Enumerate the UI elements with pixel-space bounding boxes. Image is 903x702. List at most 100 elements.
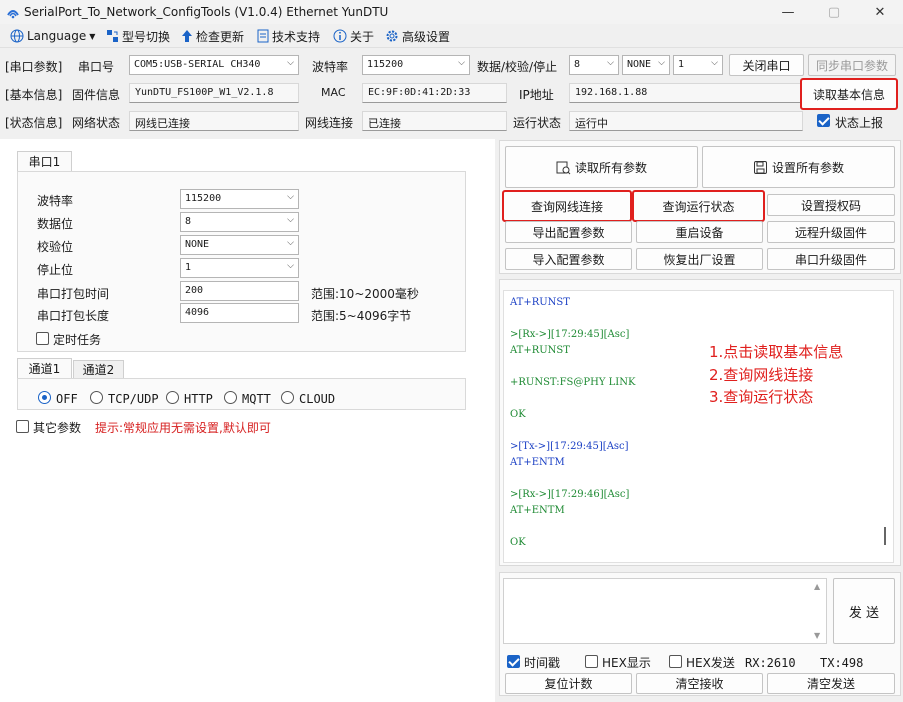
chevron-down-icon: ⌵ bbox=[287, 261, 294, 271]
model-switch-label: 型号切换 bbox=[122, 29, 171, 44]
data-bits-select[interactable]: 8 ⌵ bbox=[569, 55, 619, 75]
radio-tcp-udp[interactable] bbox=[90, 391, 103, 404]
log-line: OK bbox=[510, 537, 526, 548]
log-line: OK bbox=[510, 409, 526, 420]
panel-baud-select[interactable]: 115200 ⌵ bbox=[180, 189, 299, 209]
dps-label: 数据/校验/停止 bbox=[477, 60, 558, 74]
remote-upgrade-button[interactable]: 远程升级固件 bbox=[767, 221, 895, 243]
firmware-field: YunDTU_FS100P_W1_V2.1.8 bbox=[129, 83, 299, 103]
set-all-params-button[interactable]: 设置所有参数 bbox=[702, 146, 895, 188]
panel-data-select[interactable]: 8 ⌵ bbox=[180, 212, 299, 232]
status-info-group-label: [状态信息] bbox=[5, 116, 63, 130]
timer-task-checkbox[interactable] bbox=[36, 332, 49, 345]
tab-serial1[interactable]: 串口1 bbox=[17, 151, 72, 171]
tech-support-menu[interactable]: 技术支持 bbox=[257, 27, 320, 45]
about-menu[interactable]: 关于 bbox=[333, 27, 374, 45]
send-input[interactable] bbox=[503, 578, 827, 644]
advanced-settings-label: 高级设置 bbox=[402, 29, 451, 44]
send-button[interactable]: 发 送 bbox=[833, 578, 895, 644]
set-auth-code-button[interactable]: 设置授权码 bbox=[767, 194, 895, 216]
document-icon bbox=[257, 29, 269, 43]
other-params-checkbox[interactable] bbox=[16, 420, 29, 433]
read-basic-info-button[interactable]: 读取基本信息 bbox=[800, 78, 898, 110]
annotation-step1: 1.点击读取基本信息 bbox=[709, 343, 844, 361]
check-update-menu[interactable]: 检查更新 bbox=[181, 27, 244, 45]
timestamp-label: 时间戳 bbox=[524, 656, 561, 670]
stop-bits-value: 1 bbox=[678, 59, 685, 70]
serial-upgrade-button[interactable]: 串口升级固件 bbox=[767, 248, 895, 270]
status-report-checkbox[interactable] bbox=[817, 114, 830, 127]
read-document-icon bbox=[556, 161, 571, 174]
pack-time-label: 串口打包时间 bbox=[37, 287, 110, 301]
basic-info-group-label: [基本信息] bbox=[5, 88, 63, 102]
mac-label: MAC bbox=[321, 86, 346, 99]
chevron-down-icon: ⌵ bbox=[711, 58, 718, 68]
model-switch-menu[interactable]: 型号切换 bbox=[106, 27, 170, 45]
export-config-button[interactable]: 导出配置参数 bbox=[505, 221, 632, 243]
clear-send-button[interactable]: 清空发送 bbox=[767, 673, 895, 694]
globe-icon bbox=[10, 29, 24, 43]
scroll-down-icon[interactable]: ▼ bbox=[814, 631, 820, 640]
chevron-down-icon: ⌵ bbox=[287, 58, 294, 68]
annotation-step2: 2.查询网线连接 bbox=[709, 366, 814, 384]
sync-serial-params-button[interactable]: 同步串口参数 bbox=[808, 54, 896, 76]
stop-bits-select[interactable]: 1 ⌵ bbox=[673, 55, 723, 75]
query-net-connection-button[interactable]: 查询网线连接 bbox=[502, 190, 632, 222]
pack-len-range: 范围:5~4096字节 bbox=[311, 309, 412, 323]
data-bits-value: 8 bbox=[574, 59, 581, 70]
hex-send-checkbox[interactable] bbox=[669, 655, 682, 668]
clear-receive-button[interactable]: 清空接收 bbox=[636, 673, 763, 694]
parity-value: NONE bbox=[627, 59, 652, 70]
panel-stop-select[interactable]: 1 ⌵ bbox=[180, 258, 299, 278]
close-port-button[interactable]: 关闭串口 bbox=[729, 54, 804, 76]
parity-select[interactable]: NONE ⌵ bbox=[622, 55, 670, 75]
query-run-status-button[interactable]: 查询运行状态 bbox=[632, 190, 765, 222]
radio-cloud[interactable] bbox=[281, 391, 294, 404]
about-label: 关于 bbox=[350, 29, 375, 44]
language-label: Language bbox=[27, 29, 87, 43]
close-button[interactable]: ✕ bbox=[857, 0, 903, 24]
timestamp-checkbox[interactable] bbox=[507, 655, 520, 668]
caret-down-icon: ▼ bbox=[89, 31, 96, 41]
hex-display-checkbox[interactable] bbox=[585, 655, 598, 668]
rx-counter: RX:2610 bbox=[745, 656, 796, 670]
import-config-button[interactable]: 导入配置参数 bbox=[505, 248, 632, 270]
chevron-down-icon: ⌵ bbox=[287, 215, 294, 225]
tech-support-label: 技术支持 bbox=[272, 29, 321, 44]
pack-len-label: 串口打包长度 bbox=[37, 309, 110, 323]
log-output[interactable]: AT+RUNST >[Rx->][17:29:45][Asc] AT+RUNST… bbox=[503, 290, 894, 563]
language-menu[interactable]: Language ▼ bbox=[10, 27, 95, 45]
mac-field: EC:9F:0D:41:2D:33 bbox=[362, 83, 507, 103]
pack-time-input[interactable]: 200 bbox=[180, 281, 299, 301]
minimize-button[interactable]: — bbox=[765, 0, 811, 24]
radio-off[interactable] bbox=[38, 391, 51, 404]
tab-channel2[interactable]: 通道2 bbox=[73, 360, 124, 378]
panel-parity-select[interactable]: NONE ⌵ bbox=[180, 235, 299, 255]
scroll-up-icon[interactable]: ▲ bbox=[814, 582, 820, 591]
baud-select[interactable]: 115200 ⌵ bbox=[362, 55, 470, 75]
serial-params-group-label: [串口参数] bbox=[5, 60, 63, 74]
panel-data-label: 数据位 bbox=[37, 217, 74, 231]
pack-len-input[interactable]: 4096 bbox=[180, 303, 299, 323]
reset-count-button[interactable]: 复位计数 bbox=[505, 673, 632, 694]
radio-mqtt[interactable] bbox=[224, 391, 237, 404]
panel-data-value: 8 bbox=[185, 216, 192, 227]
radio-tcp-udp-label: TCP/UDP bbox=[108, 392, 159, 406]
log-scrollbar-thumb[interactable] bbox=[884, 527, 886, 545]
restart-device-button[interactable]: 重启设备 bbox=[636, 221, 763, 243]
tab-channel1[interactable]: 通道1 bbox=[17, 358, 72, 378]
read-all-params-button[interactable]: 读取所有参数 bbox=[505, 146, 698, 188]
model-switch-icon bbox=[107, 30, 118, 42]
maximize-button[interactable]: ▢ bbox=[811, 0, 857, 24]
firmware-label: 固件信息 bbox=[72, 88, 121, 102]
hex-display-label: HEX显示 bbox=[602, 656, 651, 670]
net-conn-field: 已连接 bbox=[362, 111, 507, 131]
chevron-down-icon: ⌵ bbox=[607, 58, 614, 68]
gear-icon bbox=[386, 30, 398, 42]
log-line: >[Rx->][17:29:45][Asc] bbox=[510, 329, 630, 340]
port-select[interactable]: COM5:USB-SERIAL CH340 ⌵ bbox=[129, 55, 299, 75]
advanced-settings-menu[interactable]: 高级设置 bbox=[385, 27, 450, 45]
radio-http[interactable] bbox=[166, 391, 179, 404]
factory-reset-button[interactable]: 恢复出厂设置 bbox=[636, 248, 763, 270]
log-line: AT+ENTM bbox=[510, 505, 565, 516]
